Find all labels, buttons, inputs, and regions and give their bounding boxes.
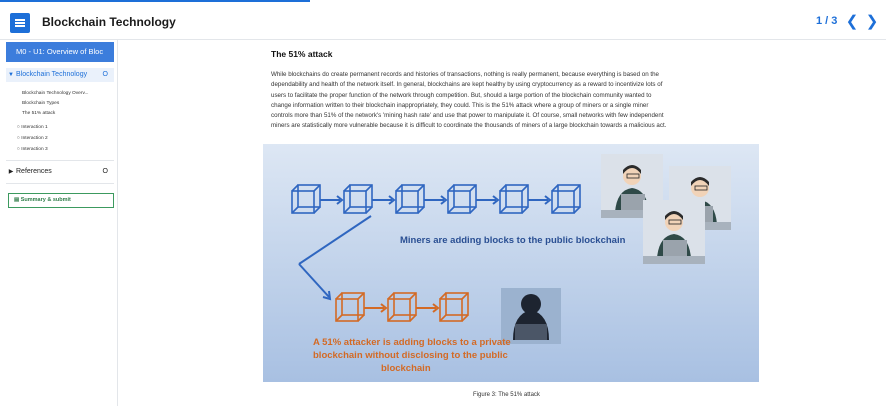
divider [6, 183, 114, 184]
sidebar-item-overview[interactable]: Blockchain Technology Overv... [22, 91, 88, 96]
sidebar-section-references[interactable]: ▶ References O [6, 165, 114, 179]
sidebar-section-blockchain[interactable]: ▼ Blockchain Technology O [6, 68, 114, 82]
sidebar-item-51-attack[interactable]: The 51% attack [22, 111, 55, 116]
app-title: Blockchain Technology [42, 15, 176, 29]
summary-submit-button[interactable]: ▤ Summary & submit [8, 193, 114, 208]
figure-51-attack: Miners are adding blocks to the public b… [263, 144, 759, 382]
module-label[interactable]: M0 - U1: Overview of Bloc [6, 42, 114, 62]
sidebar-item-interaction-2[interactable]: ○ Interaction 2 [17, 136, 48, 141]
chevron-left-icon[interactable]: ❮ [844, 13, 860, 31]
miner-illustration [642, 199, 706, 265]
document-icon: ▤ [14, 197, 20, 203]
chevron-right-icon[interactable]: ❯ [864, 13, 880, 31]
hacker-illustration [501, 288, 561, 344]
progress-bar [0, 0, 310, 2]
caret-right-icon: ▶ [8, 169, 14, 175]
sidebar-item-interaction-1[interactable]: ○ Interaction 1 [17, 125, 48, 130]
miners-caption: Miners are adding blocks to the public b… [400, 235, 626, 246]
caret-down-icon: ▼ [8, 72, 14, 78]
sidebar-item-interaction-3[interactable]: ○ Interaction 3 [17, 147, 48, 152]
references-status: O [102, 168, 108, 175]
divider [6, 160, 114, 161]
sidebar-item-types[interactable]: Blockchain Types [22, 101, 59, 106]
top-bar: Blockchain Technology 1 / 3 ❮ ❯ [0, 0, 886, 40]
section-title: Blockchain Technology [16, 71, 88, 78]
attacker-caption-line: A 51% attacker is adding blocks to a pri… [313, 337, 511, 348]
page-indicator: 1 / 3 [816, 15, 838, 27]
main-content: The 51% attack While blockchains do crea… [118, 40, 886, 406]
sidebar: M0 - U1: Overview of Bloc ▼ Blockchain Te… [0, 40, 118, 406]
menu-icon [15, 19, 25, 21]
menu-button[interactable] [10, 13, 30, 33]
attacker-caption-line: blockchain without disclosing to the pub… [313, 350, 508, 361]
figure-caption: Figure 3: The 51% attack [473, 392, 540, 398]
article-paragraph: While blockchains do create permanent re… [271, 71, 667, 130]
attacker-caption-line: blockchain [381, 363, 431, 374]
section-status: O [102, 71, 108, 78]
page-title: The 51% attack [271, 49, 333, 59]
